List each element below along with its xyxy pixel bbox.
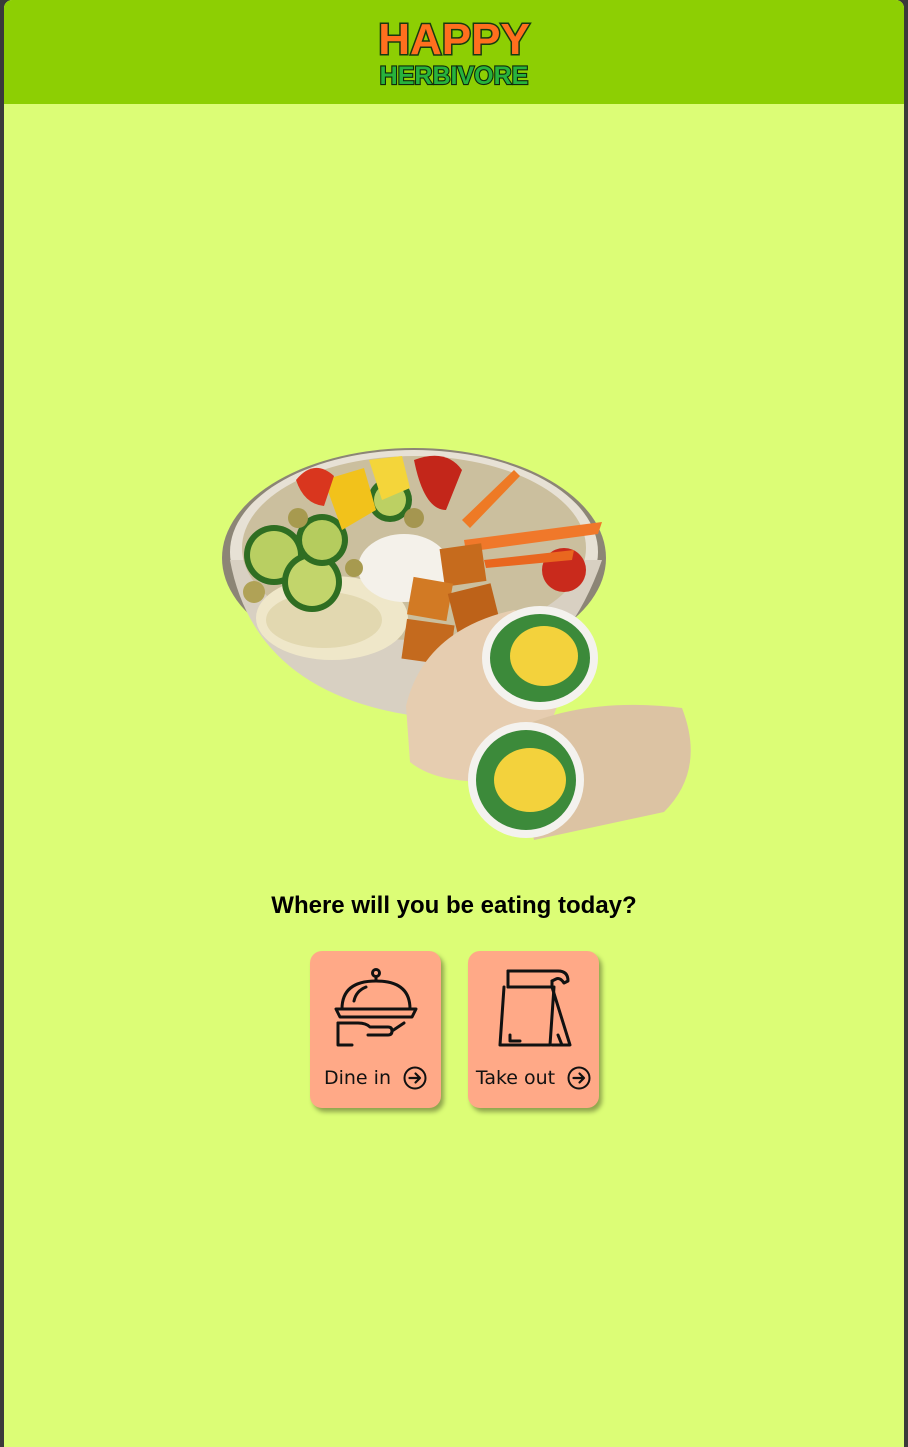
arrow-right-circle-icon: [403, 1066, 427, 1090]
take-out-label: Take out: [475, 1067, 556, 1089]
arrow-right-circle-icon: [567, 1066, 591, 1090]
header-bar: HAPPY HERBIVORE: [4, 0, 904, 104]
logo-line1: HAPPY: [378, 15, 530, 64]
dine-in-button[interactable]: Dine in: [310, 951, 441, 1108]
take-out-button[interactable]: Take out: [468, 951, 599, 1108]
take-out-label-row: Take out: [468, 1063, 599, 1093]
dine-in-label: Dine in: [323, 1067, 391, 1089]
logo-line2: HERBIVORE: [380, 62, 529, 90]
takeout-bag-icon: [498, 969, 572, 1047]
serving-cloche-icon: [334, 968, 418, 1047]
food-bowl-and-wraps-image: [222, 448, 691, 840]
eating-location-question: Where will you be eating today?: [271, 892, 637, 919]
app-frame: HAPPY HERBIVORE Where will you be eating…: [4, 0, 904, 1447]
happy-herbivore-logo[interactable]: HAPPY HERBIVORE: [359, 12, 549, 91]
dine-in-label-row: Dine in: [310, 1063, 441, 1093]
